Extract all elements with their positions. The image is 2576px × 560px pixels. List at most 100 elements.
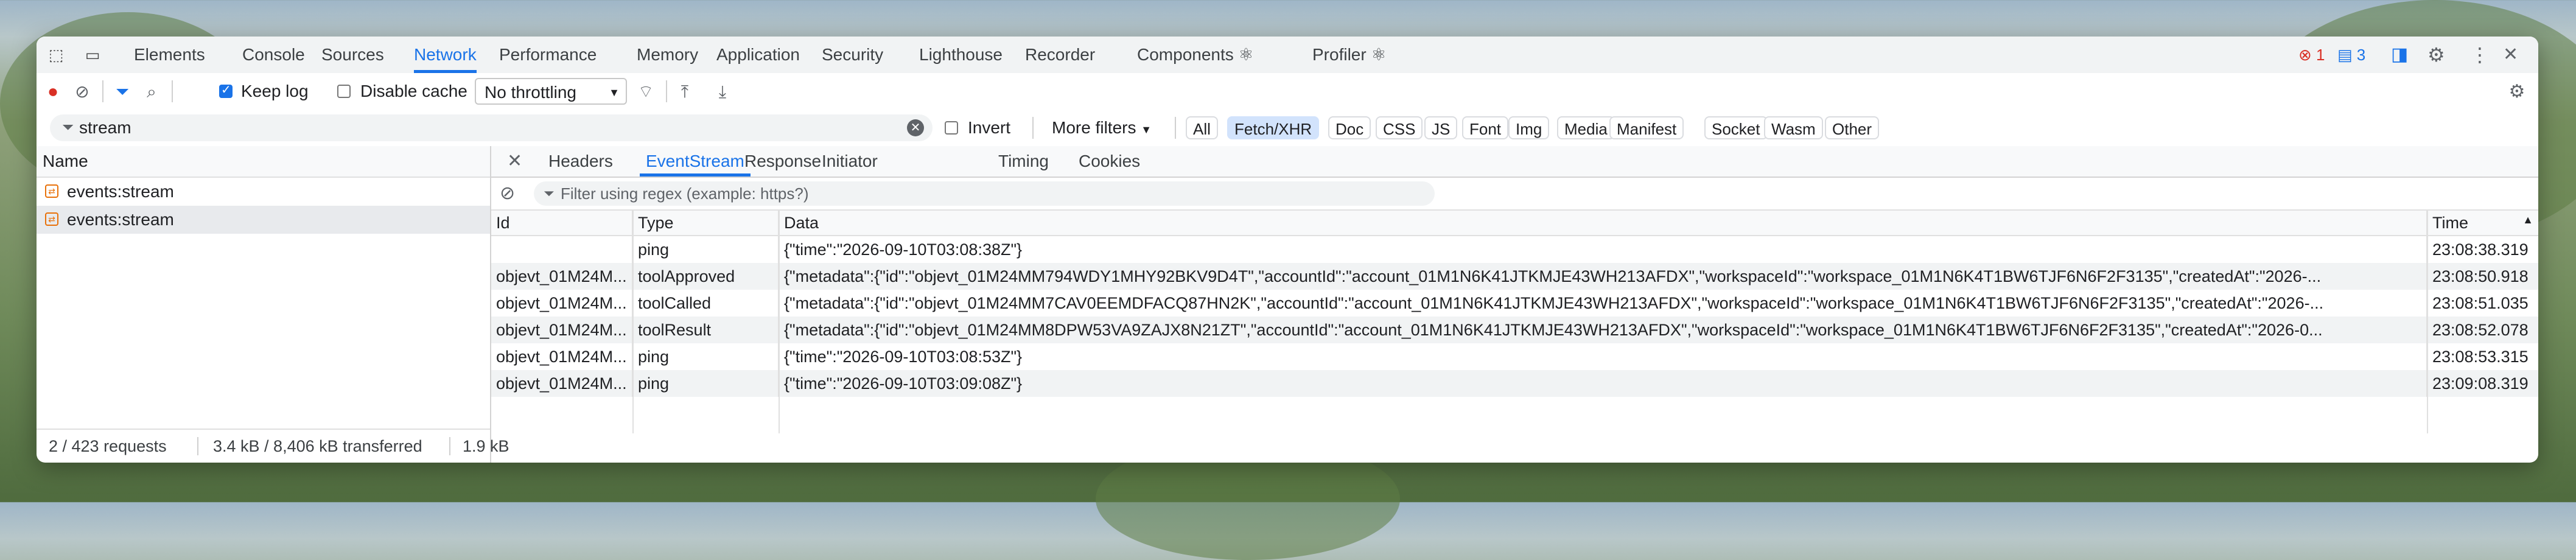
tab-profiler[interactable]: Profiler ⚛ <box>1312 37 1387 73</box>
event-data-cell: {"metadata":{"id":"objevt_01M24MM8DPW53V… <box>778 317 2427 343</box>
event-type-cell: toolApproved <box>632 263 779 290</box>
type-filter-img[interactable]: Img <box>1508 116 1550 139</box>
more-filters-dropdown[interactable]: More filters ▼ <box>1052 110 1152 146</box>
detail-tab-headers[interactable]: Headers <box>548 146 613 177</box>
close-detail-icon[interactable]: ✕ <box>507 146 522 177</box>
tab-components[interactable]: Components ⚛ <box>1137 37 1254 73</box>
name-column-header[interactable]: Name <box>37 146 490 178</box>
error-count[interactable]: ⊗ 1 <box>2298 37 2325 73</box>
clear-filter-icon[interactable]: ✕ <box>907 119 924 136</box>
export-har-icon[interactable]: ⤓ <box>713 83 732 101</box>
event-id-cell <box>491 236 632 263</box>
tab-recorder[interactable]: Recorder <box>1025 37 1095 73</box>
table-row[interactable]: objevt_01M24M... toolCalled {"metadata":{"… <box>491 290 2538 317</box>
type-filter-font[interactable]: Font <box>1462 116 1509 139</box>
table-row[interactable]: objevt_01M24M... ping {"time":"2026-09-10T… <box>491 370 2538 397</box>
tab-sources[interactable]: Sources <box>321 37 384 73</box>
request-row[interactable]: ⇄ events:stream <box>37 178 490 206</box>
divider <box>102 80 103 102</box>
event-type-cell: toolResult <box>632 317 779 343</box>
more-filters-label: More filters <box>1052 118 1136 137</box>
tab-elements[interactable]: Elements <box>134 37 205 73</box>
clear-events-icon[interactable]: ⊘ <box>500 184 515 203</box>
inspect-element-icon[interactable]: ⬚ <box>47 46 65 63</box>
type-filter-socket[interactable]: Socket <box>1704 116 1768 139</box>
event-data-cell: {"time":"2026-09-10T03:08:53Z"} <box>778 343 2427 370</box>
tab-network[interactable]: Network <box>414 37 477 73</box>
funnel-icon: ⏷ <box>62 119 74 136</box>
detail-tab-response[interactable]: Response <box>744 146 821 177</box>
detail-tab-cookies[interactable]: Cookies <box>1079 146 1140 177</box>
event-filter-input[interactable]: ⏷ Filter using regex (example: https?) <box>534 181 1435 206</box>
search-icon[interactable]: ⌕ <box>142 83 161 101</box>
import-har-icon[interactable]: ⤒ <box>676 83 694 101</box>
event-type-cell: ping <box>632 343 779 370</box>
disable-cache-checkbox[interactable] <box>337 85 351 98</box>
type-filter-wasm[interactable]: Wasm <box>1764 116 1823 139</box>
throttling-select[interactable]: No throttling ▼ <box>475 78 627 105</box>
invert-checkbox[interactable] <box>945 121 958 135</box>
event-stream-table: Id Type Data Time ▲ ping {"time":"2026-09-… <box>491 211 2538 433</box>
tab-security[interactable]: Security <box>822 37 883 73</box>
network-settings-icon[interactable]: ⚙ <box>2508 83 2526 101</box>
column-divider <box>2427 211 2428 433</box>
chevron-down-icon: ▼ <box>609 86 620 99</box>
detail-tab-initiator[interactable]: Initiator <box>822 146 878 177</box>
type-filter-doc[interactable]: Doc <box>1328 116 1371 139</box>
time-column-header[interactable]: Time ▲ <box>2426 211 2538 236</box>
clear-icon[interactable]: ⊘ <box>73 83 91 101</box>
stop-recording-icon[interactable]: ⏺ <box>44 83 62 101</box>
tab-performance[interactable]: Performance <box>499 37 597 73</box>
detail-tab-eventstream[interactable]: EventStream <box>640 146 751 177</box>
event-time-cell: 23:09:08.319 <box>2426 370 2538 397</box>
close-devtools-icon[interactable]: ✕ <box>2503 37 2518 73</box>
type-filter-css[interactable]: CSS <box>1376 116 1423 139</box>
table-row[interactable]: objevt_01M24M... toolApproved {"metadata":… <box>491 263 2538 290</box>
tab-lighthouse[interactable]: Lighthouse <box>919 37 1003 73</box>
message-count[interactable]: ▤ 3 <box>2337 37 2365 73</box>
event-filter-placeholder: Filter using regex (example: https?) <box>561 184 809 203</box>
settings-gear-icon[interactable]: ⚙ <box>2427 37 2445 73</box>
type-filter-media[interactable]: Media <box>1557 116 1615 139</box>
sort-ascending-icon: ▲ <box>2522 213 2533 226</box>
type-filter-js[interactable]: JS <box>1424 116 1458 139</box>
error-count-value: 1 <box>2316 46 2325 64</box>
tab-application[interactable]: Application <box>716 37 800 73</box>
message-count-value: 3 <box>2356 46 2366 64</box>
table-row[interactable]: objevt_01M24M... toolResult {"metadata":{"… <box>491 317 2538 343</box>
detail-tab-timing[interactable]: Timing <box>998 146 1049 177</box>
keep-log-checkbox[interactable] <box>219 82 233 98</box>
filter-value: stream <box>79 118 131 137</box>
keep-log-label: Keep log <box>241 82 309 100</box>
extension-icon[interactable]: ◨ <box>2391 37 2408 73</box>
filter-icon[interactable]: ⏷ <box>113 83 131 101</box>
filter-input[interactable]: ⏷ stream ✕ <box>50 114 933 141</box>
divider <box>197 437 198 455</box>
table-row[interactable]: objevt_01M24M... ping {"time":"2026-09-10T… <box>491 343 2538 370</box>
network-conditions-icon[interactable]: ⌔ <box>637 83 655 101</box>
event-data-cell: {"time":"2026-09-10T03:08:38Z"} <box>778 236 2427 263</box>
divider <box>449 437 450 455</box>
type-filter-fetchxhr[interactable]: Fetch/XHR <box>1227 116 1320 139</box>
type-filter-manifest[interactable]: Manifest <box>1609 116 1684 139</box>
type-column-header[interactable]: Type <box>632 211 779 236</box>
more-options-icon[interactable]: ⋮ <box>2470 37 2490 73</box>
tab-console[interactable]: Console <box>242 37 305 73</box>
column-divider <box>779 211 780 433</box>
table-row[interactable]: ping {"time":"2026-09-10T03:08:38Z"} 23:08… <box>491 236 2538 263</box>
status-bar: 2 / 423 requests 3.4 kB / 8,406 kB trans… <box>37 429 509 463</box>
event-id-cell: objevt_01M24M... <box>496 293 627 312</box>
request-name: events:stream <box>67 210 174 229</box>
eventsource-icon: ⇄ <box>45 184 58 198</box>
type-filter-all[interactable]: All <box>1186 116 1218 139</box>
event-type-cell: ping <box>632 370 779 397</box>
event-type-cell: ping <box>632 236 779 263</box>
tab-memory[interactable]: Memory <box>637 37 698 73</box>
device-toolbar-icon[interactable]: ▭ <box>84 46 101 63</box>
transferred-size: 3.4 kB / 8,406 kB transferred <box>213 437 422 455</box>
type-filter-other[interactable]: Other <box>1825 116 1880 139</box>
id-column-header[interactable]: Id <box>491 211 632 236</box>
data-column-header[interactable]: Data <box>778 211 2427 236</box>
request-row-selected[interactable]: ⇄ events:stream <box>37 206 490 234</box>
column-divider <box>632 211 634 433</box>
